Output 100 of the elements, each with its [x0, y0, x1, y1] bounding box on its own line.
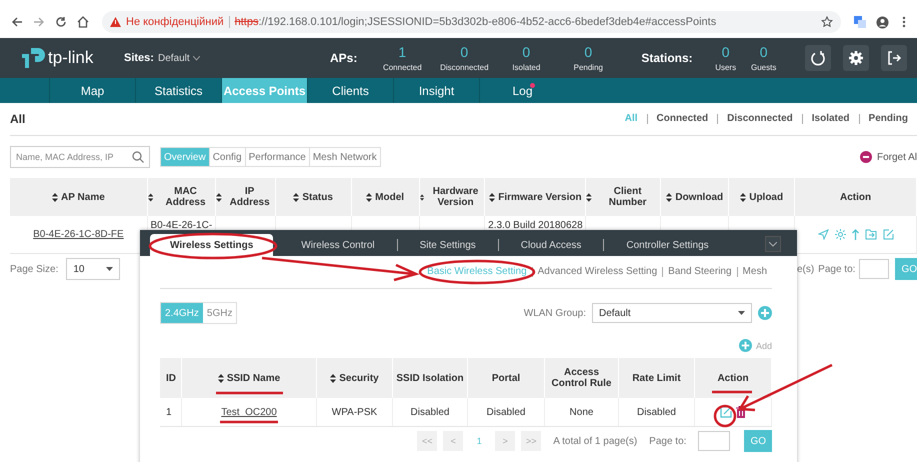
settings-tab[interactable]: Wireless Control [279, 234, 397, 256]
view-tab[interactable]: Performance [244, 148, 309, 166]
column-header[interactable]: Rate Limit [632, 372, 681, 384]
column-header[interactable]: MAC Address [148, 186, 215, 208]
nav-tab[interactable]: Map [49, 78, 135, 103]
ap-name-link[interactable]: B0-4E-26-1C-8D-FE [33, 229, 124, 240]
table-cell: Disabled [637, 406, 676, 418]
stat-label: Isolated [512, 62, 540, 72]
column-header[interactable]: Model [366, 192, 404, 202]
settings-tab[interactable]: Controller Settings [604, 234, 731, 256]
filter-link[interactable]: Isolated [802, 114, 859, 124]
table-cell: 1 [166, 406, 172, 418]
view-tab[interactable]: Config [208, 148, 245, 166]
stat-value: 0 [760, 44, 768, 60]
page-to-label: Page to: [649, 436, 686, 446]
stat-label: Disconnected [440, 62, 489, 72]
column-header[interactable]: Action [840, 192, 872, 202]
star-icon[interactable] [821, 16, 833, 28]
filter-link[interactable]: Pending [858, 114, 917, 124]
subtab-link[interactable]: Band Steering [662, 267, 737, 277]
stations-label: Stations: [641, 51, 693, 65]
section-title: All [10, 112, 26, 126]
column-header[interactable]: Access Control Rule [545, 367, 618, 389]
reload-icon[interactable] [54, 15, 68, 29]
settings-tab[interactable]: Cloud Access [498, 234, 604, 256]
column-header[interactable]: AP Name [52, 192, 105, 202]
sort-icon [666, 192, 672, 202]
logout-icon [886, 50, 902, 66]
table-cell: 2.3.0 Build 20180628 [488, 220, 583, 231]
refresh-button[interactable] [805, 45, 831, 71]
subtab-link[interactable]: Advanced Wireless Setting [532, 267, 662, 277]
wlan-group-select[interactable]: Default [592, 303, 752, 323]
stat-value: 0 [522, 44, 530, 60]
home-icon[interactable] [76, 15, 90, 29]
column-header[interactable]: ID [166, 372, 176, 384]
column-header[interactable]: Status [293, 192, 333, 202]
plus-icon [738, 339, 752, 352]
sort-icon [148, 192, 154, 202]
subtab-link[interactable]: Mesh [736, 267, 772, 277]
refresh-icon [810, 50, 826, 66]
column-header[interactable]: Security [330, 372, 379, 384]
settings-icon [848, 50, 864, 66]
page-input[interactable] [859, 259, 890, 279]
sites-label: Sites: [124, 52, 154, 64]
column-header[interactable]: Hardware Version [420, 186, 484, 208]
stat-value: 0 [584, 44, 592, 60]
stat-value: 0 [460, 44, 468, 60]
security-warning: Не конфіденційний [126, 16, 224, 28]
table-cell: Disabled [486, 406, 526, 418]
warning-icon [110, 17, 121, 27]
nav-tab[interactable]: Clients [307, 78, 393, 103]
band-tab[interactable]: 5GHz [202, 303, 236, 323]
column-header[interactable]: Download [666, 192, 724, 202]
column-header[interactable]: SSID Name [218, 372, 280, 384]
wlan-group-label: WLAN Group: [524, 308, 586, 318]
address-bar[interactable]: Не конфіденційний https://192.168.0.101/login;JSESSIONID=5b3d302b-e806-4b52-acc6-6bedef3deb4e#accessPoints [102, 11, 841, 33]
url-text: https://192.168.0.101/login;JSESSIONID=5b3d302b-e806-4b52-acc6-6bedef3deb4e#accessPoints [234, 16, 718, 28]
settings-tab[interactable]: Site Settings [398, 234, 498, 256]
column-header[interactable]: Upload [740, 192, 784, 202]
page-size-select[interactable]: 10 [66, 258, 120, 280]
nav-tab[interactable]: Insight [393, 78, 479, 103]
site-selector[interactable]: Default [158, 52, 268, 64]
annotation-underline [220, 420, 278, 424]
filter-link[interactable]: Disconnected [717, 114, 802, 124]
stat-value: 1 [398, 44, 406, 60]
back-icon[interactable] [10, 15, 24, 29]
translate-icon[interactable] [853, 15, 867, 29]
trash-icon[interactable] [736, 406, 746, 418]
logout-button[interactable] [881, 45, 907, 71]
caret-icon [106, 267, 114, 271]
page-count-text: A total of 1 page(s) [553, 436, 638, 446]
sort-icon [740, 192, 746, 202]
sort-icon [489, 192, 496, 202]
column-header[interactable]: Client Number [586, 186, 660, 208]
forget-all-button[interactable]: Forget Al [860, 151, 917, 163]
column-header[interactable]: Action [717, 372, 749, 384]
page-count-text: e(s) [796, 264, 814, 274]
sort-icon [293, 192, 300, 202]
column-header[interactable]: Portal [492, 372, 520, 384]
stat-value: 0 [722, 44, 730, 60]
ssid-link[interactable]: Test_OC200 [221, 406, 277, 418]
nav-tab[interactable]: Log [479, 78, 565, 103]
sort-icon [420, 192, 424, 202]
annotation-underline [216, 392, 283, 394]
search-field[interactable]: Name, MAC Address, IP [10, 146, 150, 168]
column-header[interactable]: IP Address [216, 186, 275, 208]
sort-icon [218, 374, 224, 382]
page-to-label: Page to: [818, 264, 856, 274]
profile-icon[interactable] [875, 15, 889, 29]
view-tab[interactable]: Mesh Network [308, 148, 380, 166]
filter-link[interactable]: Connected [646, 114, 718, 124]
caret-icon [738, 311, 745, 315]
collapse-button[interactable] [765, 236, 781, 252]
column-header[interactable]: SSID Isolation [396, 372, 464, 384]
edit-icon[interactable] [720, 406, 732, 418]
column-header[interactable]: Firmware Version [489, 192, 582, 202]
settings-button[interactable] [843, 45, 869, 71]
page-input[interactable] [698, 431, 730, 451]
sort-icon [216, 192, 222, 202]
table-cell: None [570, 406, 594, 418]
